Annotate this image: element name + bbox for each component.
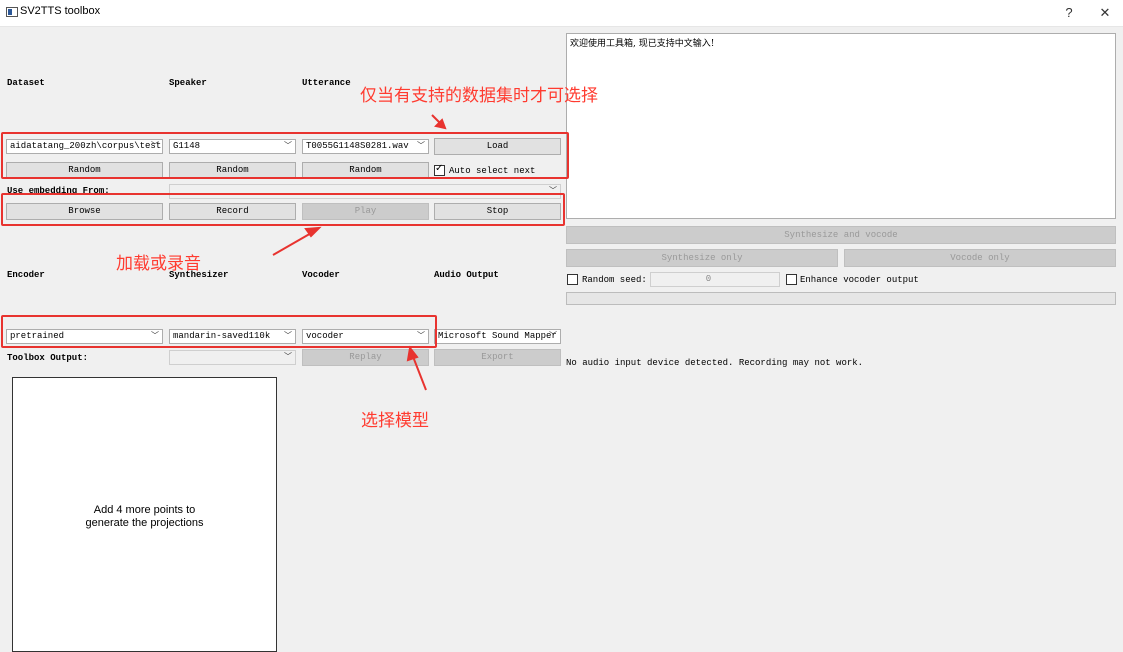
arrow-icon (272, 226, 322, 256)
annotation-arrows (272, 114, 447, 391)
arrow-icon (406, 345, 427, 391)
arrow-icon (431, 114, 447, 130)
